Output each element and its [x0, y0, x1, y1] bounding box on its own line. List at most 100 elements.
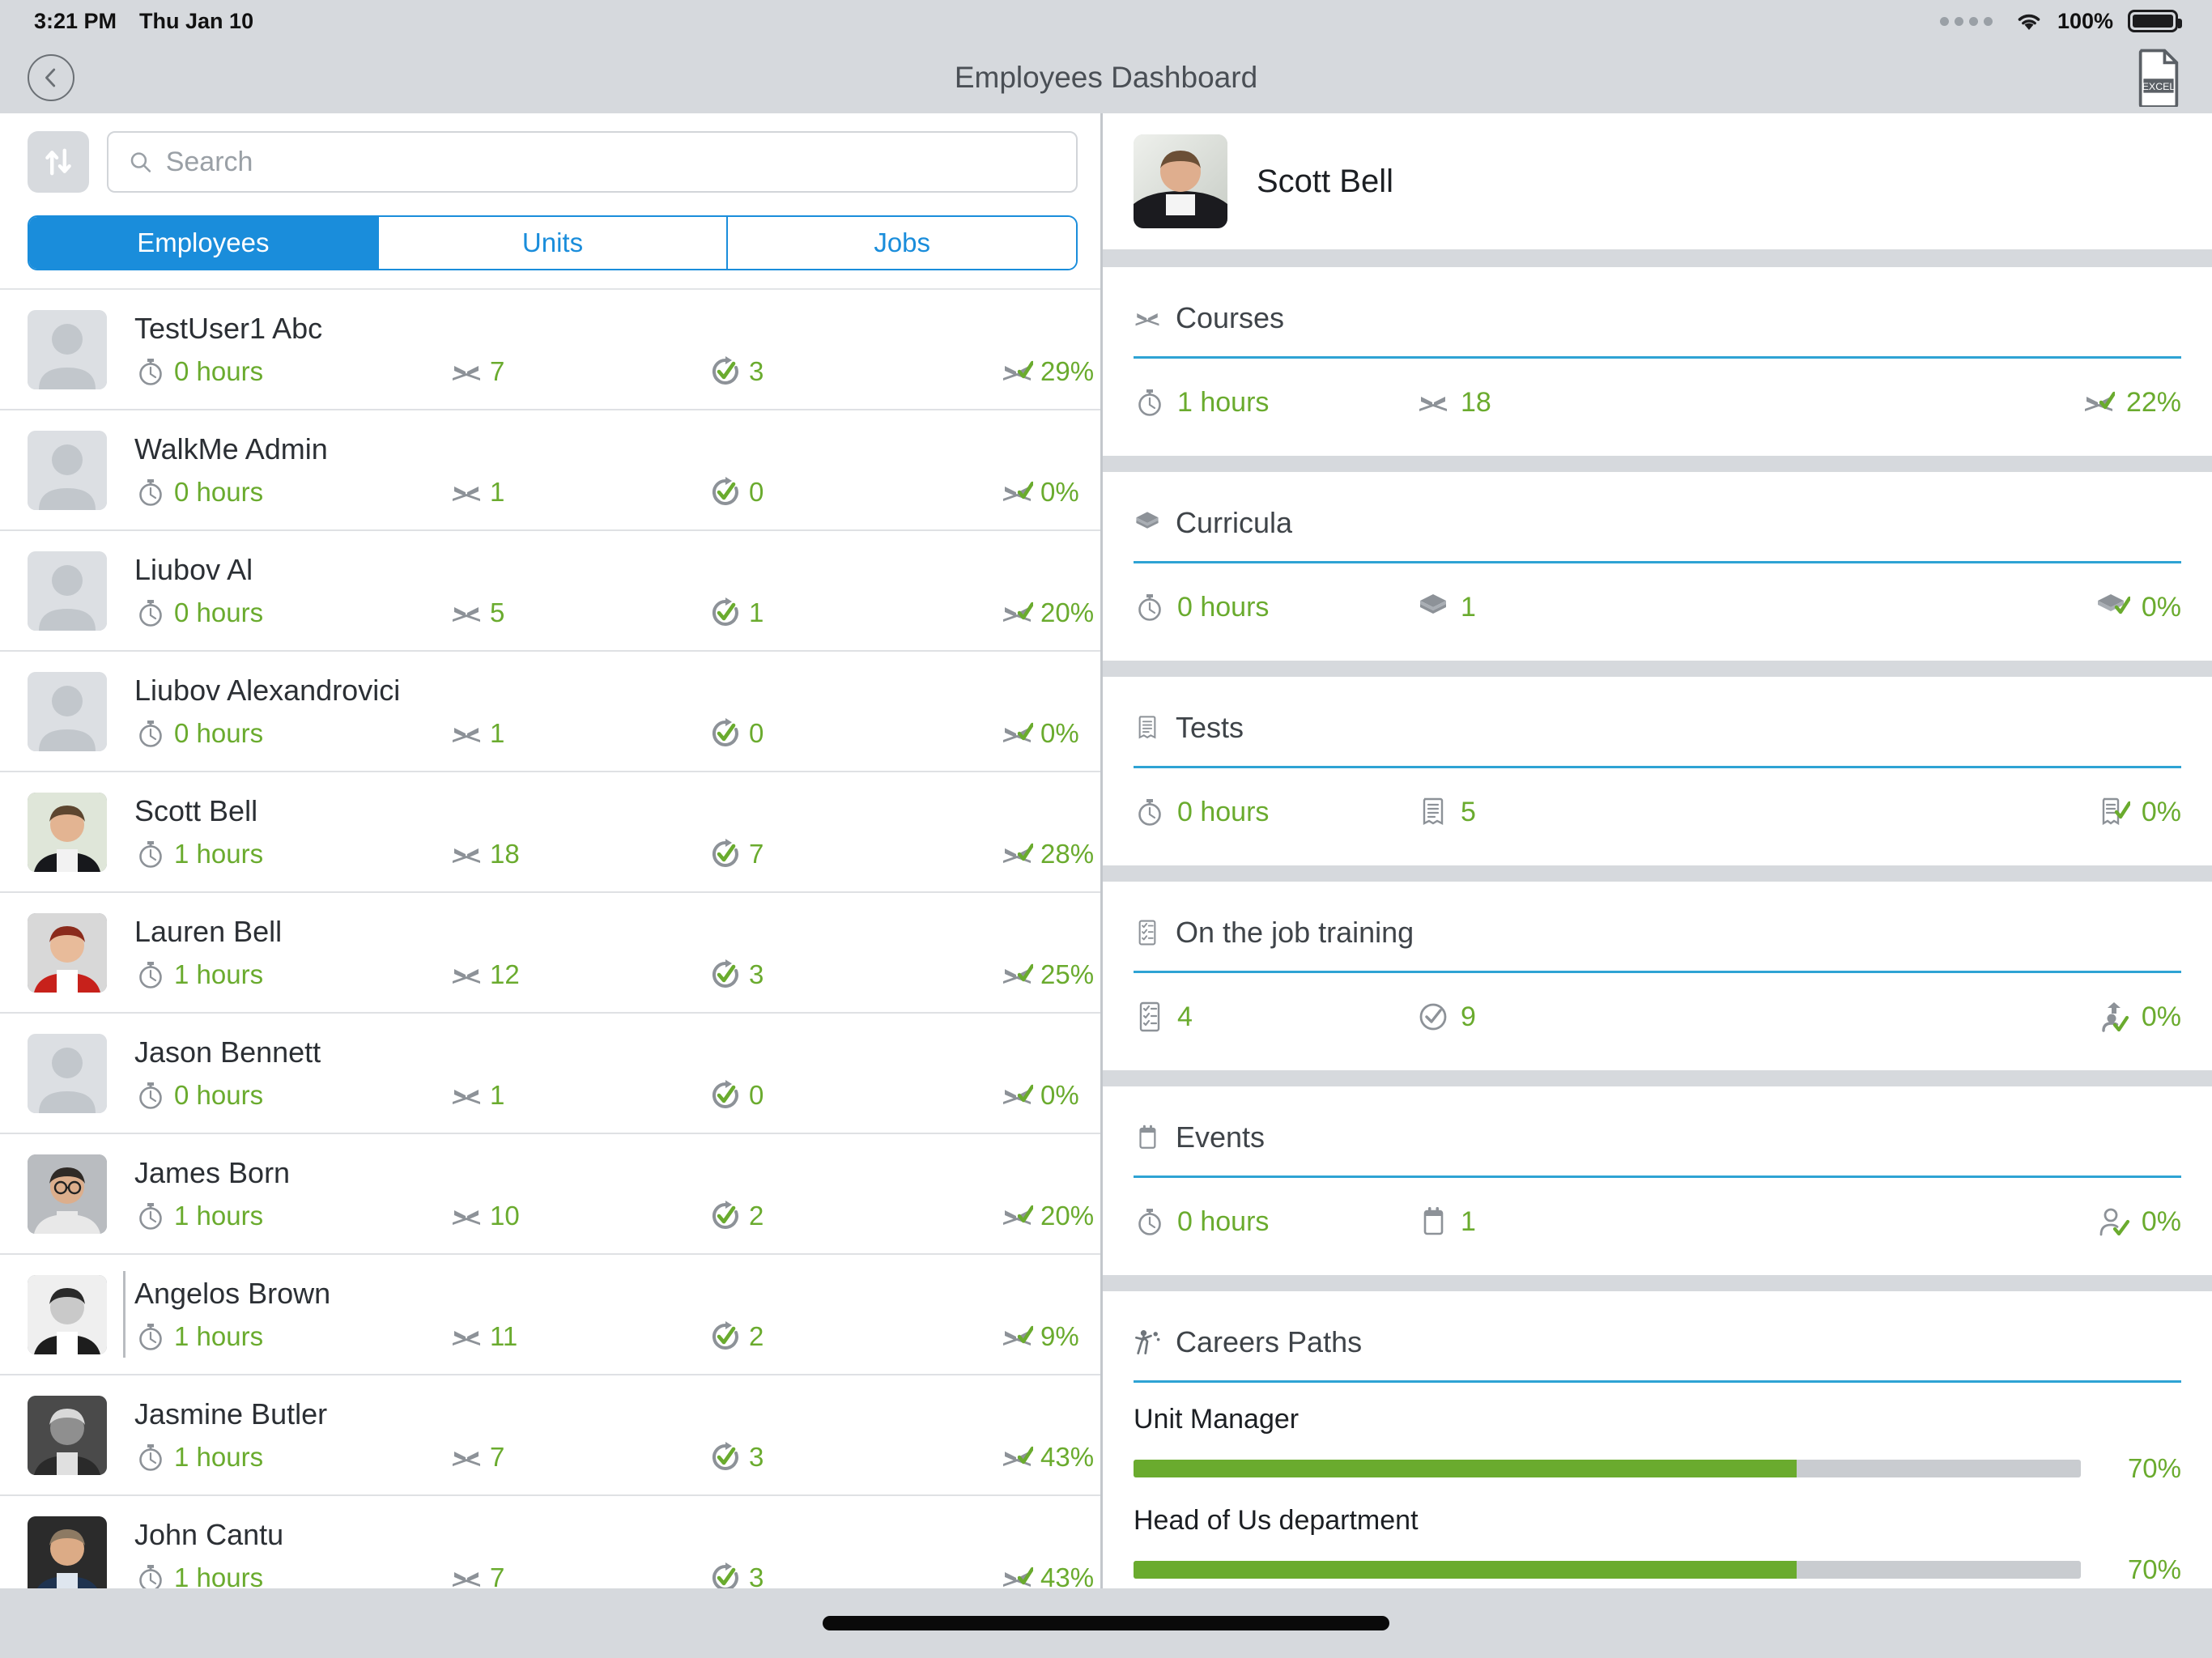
employee-detail-pane: Scott Bell Courses 1 hours 18 22% Curric… [1103, 113, 2212, 1588]
stat-courses-value: 1 [490, 717, 505, 748]
stat-hours-value: 0 hours [174, 476, 264, 507]
stat-hours: 1 hours [134, 1562, 450, 1588]
employee-info: Jason Bennett 0 hours 1 0 0% [107, 1035, 1100, 1112]
avatar [28, 1395, 107, 1475]
table-row[interactable]: Liubov Alexandrovici 0 hours 1 0 0% [0, 652, 1100, 772]
table-row[interactable]: John Cantu 1 hours 7 3 43% [0, 1496, 1100, 1588]
stat-hours: 0 hours [134, 476, 450, 508]
table-row[interactable]: TestUser1 Abc 0 hours 7 3 29% [0, 290, 1100, 410]
card-stat-value: 9 [1461, 1001, 1476, 1032]
table-row[interactable]: James Born 1 hours 10 2 20% [0, 1134, 1100, 1255]
table-row[interactable]: Angelos Brown 1 hours 11 2 9% [0, 1255, 1100, 1375]
open-book-icon [453, 848, 480, 863]
employee-info: TestUser1 Abc 0 hours 7 3 29% [107, 312, 1100, 388]
stat-completed-value: 0 [749, 717, 764, 748]
avatar [28, 792, 107, 872]
stat-completed: 2 [709, 1200, 1001, 1232]
tab-employees[interactable]: Employees [29, 217, 379, 269]
table-row[interactable]: Liubov Al 0 hours 5 1 20% [0, 531, 1100, 652]
card-stat-value: 0 hours [1177, 591, 1270, 623]
careers-paths-list: Unit Manager 70% Head of Us department 7… [1134, 1383, 2181, 1585]
stat-completed-value: 1 [749, 597, 764, 627]
employee-name: Jason Bennett [134, 1035, 321, 1069]
stat-completed: 3 [709, 355, 1001, 388]
search-field[interactable] [107, 131, 1078, 193]
stat-hours: 1 hours [134, 1200, 450, 1232]
employees-list-pane: Employees Units Jobs TestUser1 Abc 0 hou… [0, 113, 1103, 1588]
career-path-progress: 70% [1134, 1554, 2181, 1585]
search-input[interactable] [165, 146, 1057, 178]
open-book-icon [1419, 397, 1447, 411]
employee-photo-icon [28, 912, 107, 993]
signal-dots-icon [1939, 16, 1993, 26]
back-button[interactable] [28, 54, 74, 101]
stat-courses-value: 10 [490, 1200, 520, 1231]
card-header: Events [1134, 1109, 2181, 1175]
stat-courses-value: 7 [490, 355, 505, 386]
table-row[interactable]: Lauren Bell 1 hours 12 3 25% [0, 893, 1100, 1014]
placeholder-avatar-icon [28, 671, 107, 751]
employee-photo-icon [28, 792, 107, 872]
tab-jobs[interactable]: Jobs [728, 217, 1076, 269]
card-title: Curricula [1176, 506, 1293, 539]
test-paper-icon [1138, 716, 1156, 739]
list-type-tabs: Employees Units Jobs [28, 215, 1078, 270]
stat-completed-value: 2 [749, 1320, 764, 1351]
stat-percent-value: 20% [1040, 1200, 1095, 1231]
stat-completed-value: 3 [749, 959, 764, 989]
stopwatch-icon [139, 1082, 162, 1109]
open-book-icon [453, 1089, 480, 1104]
books-stack-icon [1136, 512, 1159, 529]
career-path-icon [1135, 1330, 1160, 1354]
placeholder-avatar-icon [28, 1033, 107, 1113]
card-stat-value: 18 [1461, 386, 1491, 418]
stat-completed: 2 [709, 1320, 1001, 1353]
stat-percent-value: 9% [1040, 1320, 1079, 1351]
card-stat: 0% [2098, 796, 2181, 828]
table-row[interactable]: Jasmine Butler 1 hours 7 3 43% [0, 1375, 1100, 1496]
card-stat: 0% [2098, 1001, 2181, 1033]
employee-info: Jasmine Butler 1 hours 7 3 43% [107, 1397, 1100, 1473]
book-check-icon [2084, 391, 2115, 411]
avatar [28, 430, 107, 510]
battery-icon [2128, 10, 2182, 32]
stat-percent: 29% [1001, 355, 1100, 388]
career-path-item[interactable]: Head of Us department 70% [1134, 1484, 2181, 1585]
employee-stats: 1 hours 12 3 25% [134, 959, 1100, 991]
stopwatch-icon [139, 720, 162, 747]
sort-button[interactable] [28, 131, 89, 193]
stat-courses: 11 [450, 1320, 709, 1353]
table-row[interactable]: WalkMe Admin 0 hours 1 0 0% [0, 410, 1100, 531]
book-check-icon [1003, 722, 1033, 742]
card-stat-value: 0% [2141, 591, 2181, 623]
employee-stats: 1 hours 10 2 20% [134, 1200, 1100, 1232]
progress-fill [1134, 1460, 1797, 1477]
card-stat-value: 1 [1461, 1205, 1476, 1237]
stat-hours: 0 hours [134, 355, 450, 388]
card-title: Courses [1176, 301, 1285, 334]
stat-percent-value: 43% [1040, 1562, 1095, 1589]
excel-export-button[interactable]: EXCEL [2133, 49, 2184, 107]
stopwatch-icon [139, 1323, 162, 1350]
stat-courses-value: 12 [490, 959, 520, 989]
career-path-label: Unit Manager [1134, 1404, 1300, 1435]
back-chevron-icon [45, 68, 56, 87]
refresh-check-icon [712, 476, 738, 505]
calendar-icon [1139, 1124, 1156, 1149]
stat-courses: 7 [450, 355, 709, 388]
tab-units[interactable]: Units [378, 217, 729, 269]
home-indicator[interactable] [823, 1616, 1389, 1630]
employee-stats: 0 hours 1 0 0% [134, 476, 1100, 508]
table-row[interactable]: Scott Bell 1 hours 18 7 28% [0, 772, 1100, 893]
stat-courses: 7 [450, 1562, 709, 1588]
stat-percent-value: 28% [1040, 838, 1095, 869]
employees-list[interactable]: TestUser1 Abc 0 hours 7 3 29% WalkMe Adm… [0, 288, 1100, 1588]
refresh-check-icon [712, 1562, 738, 1588]
employee-photo-icon [28, 1154, 107, 1234]
progress-percent: 70% [2127, 1453, 2181, 1483]
card-stat: 18 [1417, 386, 2082, 419]
career-path-item[interactable]: Unit Manager 70% [1134, 1383, 2181, 1484]
stopwatch-icon [139, 1202, 162, 1230]
stat-percent: 20% [1001, 597, 1100, 629]
table-row[interactable]: Jason Bennett 0 hours 1 0 0% [0, 1014, 1100, 1134]
